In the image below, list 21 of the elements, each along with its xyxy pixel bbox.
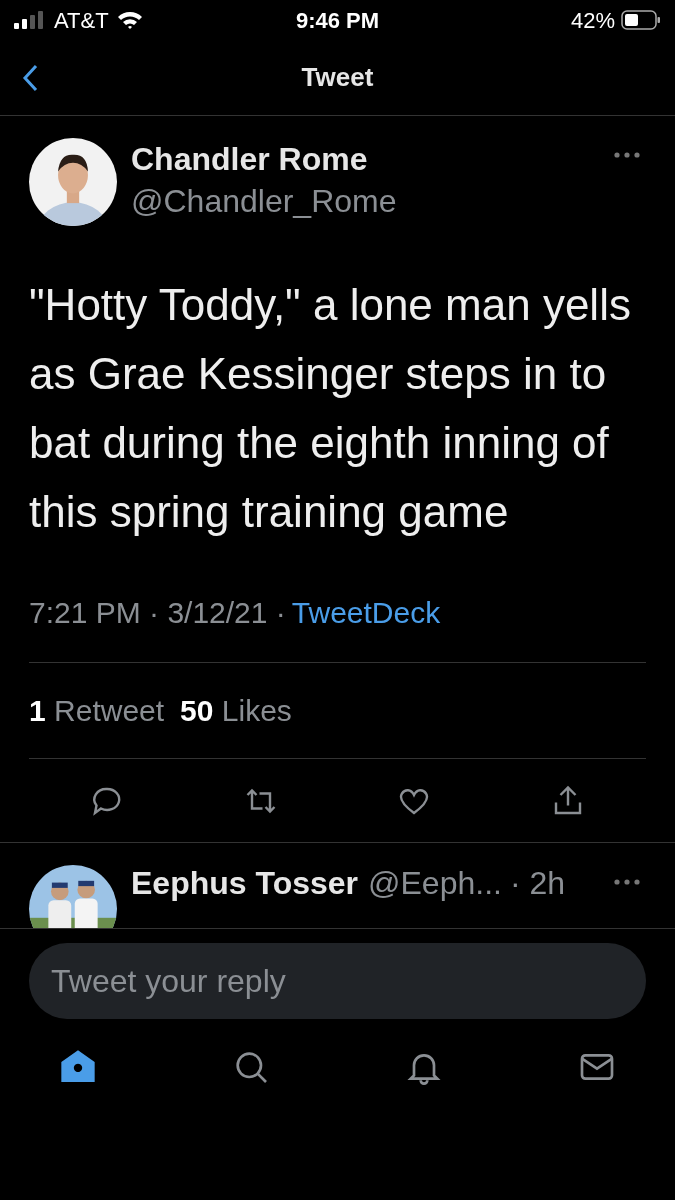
wifi-icon xyxy=(116,10,143,30)
battery-icon xyxy=(621,10,661,30)
tweet-timestamp: 7:21 PM · 3/12/21 · xyxy=(29,594,286,631)
more-icon[interactable] xyxy=(614,152,640,158)
carrier-name: AT&T xyxy=(54,6,109,35)
battery-percent: 42% xyxy=(570,6,615,35)
author-name[interactable]: Chandler Rome xyxy=(131,138,614,180)
more-icon[interactable] xyxy=(614,879,640,885)
screen-title: Tweet xyxy=(301,61,374,94)
reply-age: · 2h xyxy=(509,864,566,903)
reply-author-name[interactable]: Eephus Tosser xyxy=(131,859,359,907)
reply-field[interactable]: Tweet your reply xyxy=(29,943,646,1019)
signal-icon xyxy=(14,11,46,29)
reply-handle[interactable]: @Eeph... xyxy=(368,859,502,907)
author-handle[interactable]: @Chandler_Rome xyxy=(131,180,614,222)
tweet-text: "Hotty Toddy," a lone man yells as Grae Kessinger steps in to bat during the eighth inning of this spring training game xyxy=(29,279,632,538)
likes-link[interactable]: 50 Likes xyxy=(180,688,292,733)
status-time: 9:46 PM xyxy=(295,6,380,35)
source-link[interactable]: TweetDeck xyxy=(291,589,441,635)
back-icon xyxy=(22,64,38,92)
retweets-link[interactable]: 1 Retweet xyxy=(29,688,165,733)
